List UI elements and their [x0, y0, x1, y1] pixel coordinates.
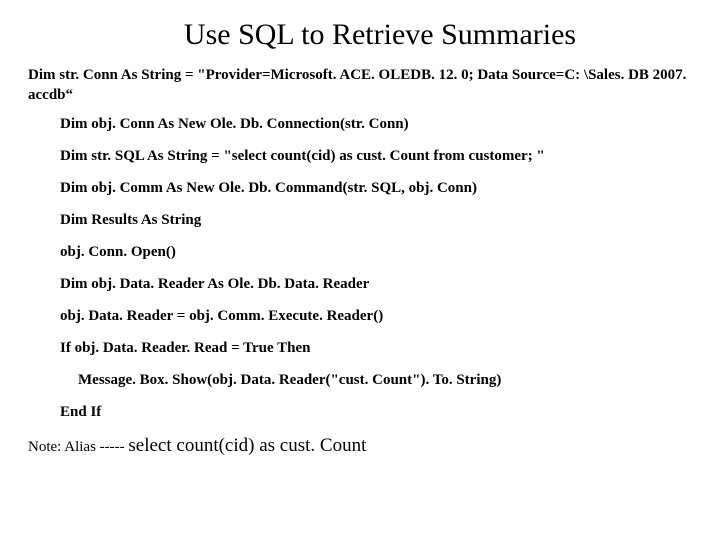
code-line: Dim str. SQL As String = "select count(c…: [60, 147, 692, 165]
note: Note: Alias ----- select count(cid) as c…: [28, 435, 692, 457]
code-line: Dim obj. Data. Reader As Ole. Db. Data. …: [60, 275, 692, 293]
code-line: Message. Box. Show(obj. Data. Reader("cu…: [60, 371, 692, 389]
note-label: Note: Alias -----: [28, 439, 128, 455]
code-line: obj. Conn. Open(): [60, 243, 692, 261]
code-line: Dim obj. Comm As New Ole. Db. Command(st…: [60, 179, 692, 197]
slide-title: Use SQL to Retrieve Summaries: [68, 18, 692, 52]
code-line: If obj. Data. Reader. Read = True Then: [60, 339, 692, 357]
intro-declaration: Dim str. Conn As String = "Provider=Micr…: [28, 66, 692, 105]
code-line: Dim Results As String: [60, 211, 692, 229]
note-code: select count(cid) as cust. Count: [128, 435, 366, 456]
code-line: End If: [60, 403, 692, 421]
code-line: Dim obj. Conn As New Ole. Db. Connection…: [60, 115, 692, 133]
code-block: Dim obj. Conn As New Ole. Db. Connection…: [28, 115, 692, 421]
code-line: obj. Data. Reader = obj. Comm. Execute. …: [60, 307, 692, 325]
